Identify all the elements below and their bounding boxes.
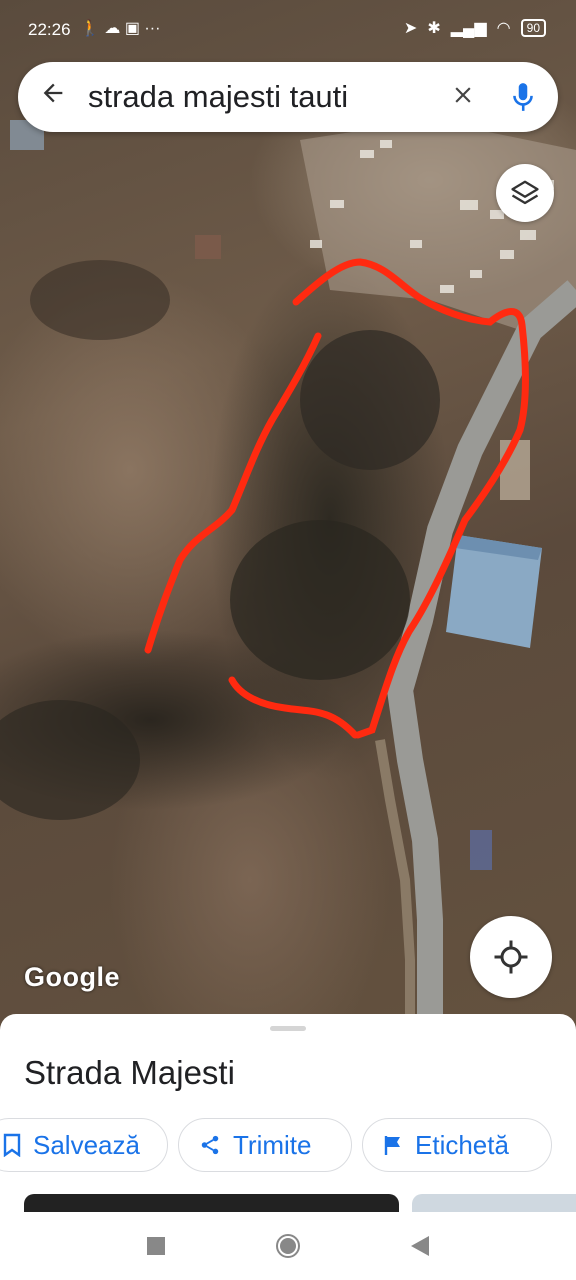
status-time: 22:26 <box>28 20 71 39</box>
satellite-map[interactable]: Google <box>0 0 576 1030</box>
map-imagery <box>0 120 576 1030</box>
flag-icon <box>384 1136 400 1155</box>
system-icons: ➤ ✱ ▂▄▆ ◠ 90 <box>404 18 546 38</box>
microphone-icon[interactable] <box>488 81 558 113</box>
more-notifications-icon: ··· <box>144 20 161 37</box>
drag-handle[interactable] <box>270 1026 306 1031</box>
share-label: Trimite <box>233 1129 312 1160</box>
place-title: Strada Majesti <box>24 1054 235 1091</box>
save-button[interactable]: Salvează <box>0 1118 168 1172</box>
search-query[interactable]: strada majesti tauti <box>88 79 438 115</box>
battery-icon: 90 <box>520 19 546 37</box>
label-label: Etichetă <box>415 1129 509 1160</box>
save-label: Salvează <box>33 1129 140 1160</box>
search-bar[interactable]: strada majesti tauti <box>18 62 558 132</box>
my-location-button[interactable] <box>470 916 552 998</box>
share-icon <box>201 1135 219 1155</box>
back-icon[interactable] <box>411 1236 429 1256</box>
google-attribution: Google <box>24 962 120 992</box>
recents-icon[interactable] <box>147 1237 165 1255</box>
back-arrow-icon[interactable] <box>18 79 88 115</box>
layers-button[interactable] <box>496 164 554 222</box>
android-nav-bar <box>0 1212 576 1280</box>
shopping-bag-icon: ▣ <box>124 20 140 37</box>
label-button[interactable]: Etichetă <box>362 1118 552 1172</box>
walking-icon: 🚶 <box>80 20 100 37</box>
status-bar: 22:26 🚶 ☁ ▣ ··· ➤ ✱ ▂▄▆ ◠ 90 <box>0 0 576 60</box>
notification-icons: 🚶 ☁ ▣ ··· <box>80 18 160 38</box>
layers-icon <box>511 180 539 205</box>
photo-thumbnail[interactable] <box>412 1194 576 1214</box>
crosshair-icon <box>494 940 528 974</box>
signal-icon: ▂▄▆ <box>450 20 487 37</box>
bookmark-icon <box>3 1133 21 1157</box>
photo-thumbnail[interactable] <box>24 1194 399 1214</box>
home-icon[interactable] <box>275 1233 301 1259</box>
share-button[interactable]: Trimite <box>178 1118 352 1172</box>
bluetooth-icon: ✱ <box>427 20 441 37</box>
wifi-icon: ◠ <box>496 20 511 37</box>
cloud-icon: ☁ <box>104 20 121 37</box>
place-sheet[interactable]: Strada Majesti Salvează Trimite Etichetă <box>0 1014 576 1214</box>
location-arrow-icon: ➤ <box>403 20 418 37</box>
clear-search-icon[interactable] <box>438 79 488 116</box>
drawn-outline-bottom <box>228 676 359 739</box>
